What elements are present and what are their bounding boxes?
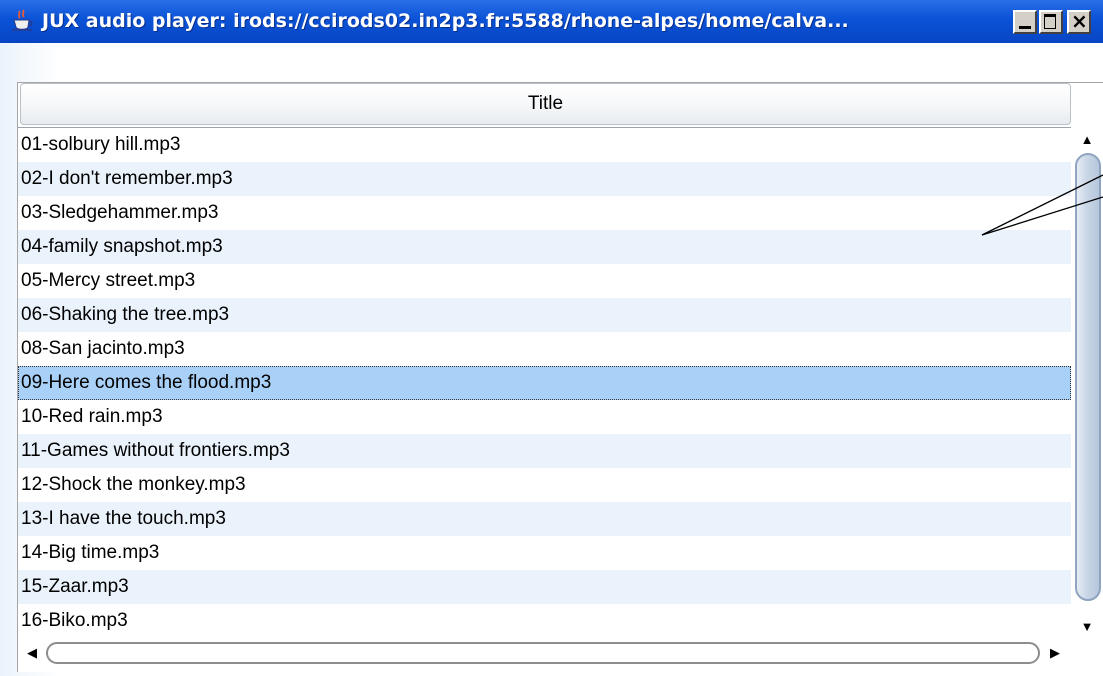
column-header-title[interactable]: Title bbox=[20, 83, 1071, 125]
maximize-button[interactable] bbox=[1039, 10, 1063, 34]
minimize-button[interactable] bbox=[1013, 10, 1037, 34]
horizontal-scrollbar[interactable]: ◀ ▶ bbox=[18, 638, 1071, 668]
table-row[interactable]: 06-Shaking the tree.mp3 bbox=[18, 298, 1071, 332]
column-header-label: Title bbox=[527, 93, 564, 114]
table-row[interactable]: 01-solbury hill.mp3 bbox=[18, 128, 1071, 162]
java-coffee-cup-icon bbox=[12, 9, 33, 31]
window-title: JUX audio player: irods://ccirods02.in2p… bbox=[42, 10, 849, 32]
arrow-right-icon: ▶ bbox=[1050, 645, 1060, 660]
table-row[interactable]: 04-family snapshot.mp3 bbox=[18, 230, 1071, 264]
horizontal-scroll-thumb[interactable] bbox=[46, 642, 1040, 664]
arrow-left-icon: ◀ bbox=[27, 645, 37, 660]
table-row[interactable]: 10-Red rain.mp3 bbox=[18, 400, 1071, 434]
title-bar[interactable]: JUX audio player: irods://ccirods02.in2p… bbox=[0, 0, 1103, 43]
track-table: Title 01-solbury hill.mp3 02-I don't reme… bbox=[17, 82, 1103, 672]
table-row[interactable]: 13-I have the touch.mp3 bbox=[18, 502, 1071, 536]
vertical-scroll-thumb[interactable] bbox=[1075, 153, 1101, 601]
table-row[interactable]: 08-San jacinto.mp3 bbox=[18, 332, 1071, 366]
table-row[interactable]: 16-Biko.mp3 bbox=[18, 604, 1071, 638]
scrollbar-corner bbox=[1071, 638, 1103, 672]
scroll-up-button[interactable]: ▲ bbox=[1074, 127, 1100, 151]
table-row[interactable]: 05-Mercy street.mp3 bbox=[18, 264, 1071, 298]
table-row[interactable]: 12-Shock the monkey.mp3 bbox=[18, 468, 1071, 502]
scroll-left-button[interactable]: ◀ bbox=[20, 641, 44, 665]
table-row[interactable]: 02-I don't remember.mp3 bbox=[18, 162, 1071, 196]
table-row[interactable]: 03-Sledgehammer.mp3 bbox=[18, 196, 1071, 230]
scroll-right-button[interactable]: ▶ bbox=[1043, 641, 1067, 665]
arrow-up-icon: ▲ bbox=[1080, 131, 1094, 147]
table-row[interactable]: 14-Big time.mp3 bbox=[18, 536, 1071, 570]
table-row[interactable]: 11-Games without frontiers.mp3 bbox=[18, 434, 1071, 468]
vertical-scrollbar[interactable]: ▲ ▼ bbox=[1071, 127, 1103, 638]
track-list: 01-solbury hill.mp3 02-I don't remember.m… bbox=[18, 127, 1071, 639]
table-row[interactable]: 09-Here comes the flood.mp3 bbox=[18, 366, 1071, 400]
close-button[interactable]: × bbox=[1067, 10, 1091, 34]
table-row[interactable]: 15-Zaar.mp3 bbox=[18, 570, 1071, 604]
arrow-down-icon: ▼ bbox=[1080, 618, 1094, 634]
close-icon: × bbox=[1071, 9, 1088, 33]
scroll-down-button[interactable]: ▼ bbox=[1074, 614, 1100, 638]
app-window: JUX audio player: irods://ccirods02.in2p… bbox=[0, 0, 1103, 676]
